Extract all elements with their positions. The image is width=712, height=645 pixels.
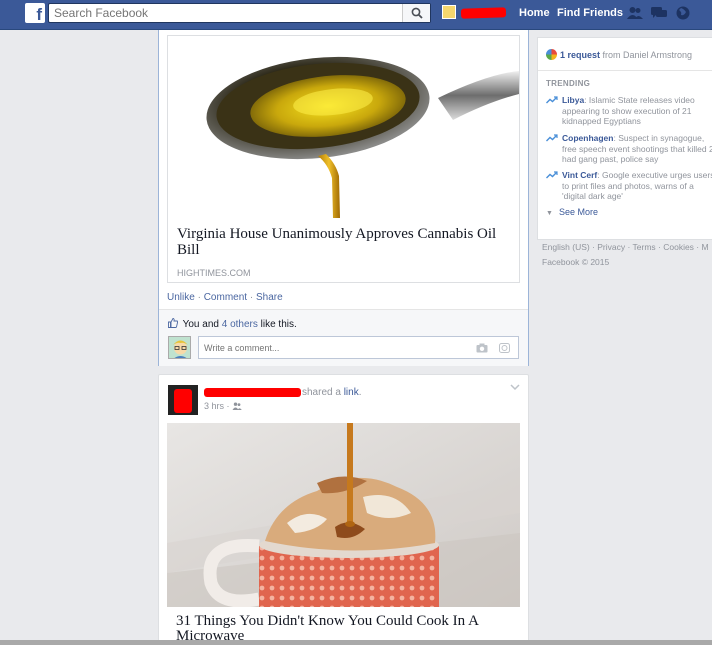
post-actions: Unlike · Comment · Share — [167, 292, 283, 303]
trending-heading: TRENDING — [546, 79, 591, 88]
search-button[interactable] — [402, 4, 430, 22]
share-button[interactable]: Share — [256, 292, 283, 303]
shared-link-text: shared a link. — [302, 387, 362, 398]
trending-item[interactable]: Vint Cerf: Google executive urges users … — [546, 170, 712, 202]
facebook-logo-icon[interactable]: f — [25, 3, 45, 23]
right-sidebar: 1 request from Daniel Armstrong TRENDING… — [537, 37, 712, 240]
link-thumbnail-image[interactable] — [167, 423, 520, 607]
copyright: Facebook © 2015 — [542, 257, 610, 267]
commenter-avatar — [168, 336, 191, 359]
camera-icon[interactable] — [476, 343, 488, 353]
shared-link-anchor[interactable]: link — [344, 387, 359, 398]
chevron-down-icon: ▼ — [546, 210, 553, 217]
trending-arrow-icon — [546, 134, 558, 142]
divider — [538, 70, 712, 71]
poster-avatar[interactable] — [168, 385, 198, 415]
home-link[interactable]: Home — [519, 7, 550, 19]
footer-links: English (US) · Privacy · Terms · Cookies… — [542, 240, 709, 270]
comment-input[interactable] — [199, 337, 459, 358]
trending-arrow-icon — [546, 96, 558, 104]
trending-topic[interactable]: Vint Cerf — [562, 170, 597, 180]
others-likes-link[interactable]: 4 others — [222, 319, 258, 330]
post-time[interactable]: 3 hrs — [204, 401, 224, 411]
window-bottom-edge — [0, 640, 712, 645]
see-more-link[interactable]: ▼ See More — [546, 207, 598, 217]
search-box[interactable] — [48, 3, 431, 23]
redacted-poster-name[interactable] — [204, 388, 301, 397]
friends-audience-icon[interactable] — [232, 402, 242, 410]
footer-nav-links[interactable]: English (US) · Privacy · Terms · Cookies… — [542, 240, 709, 255]
thumbs-up-icon — [168, 318, 179, 328]
link-source: HIGHTIMES.COM — [177, 268, 251, 278]
link-thumbnail-image[interactable] — [168, 36, 519, 218]
comment-button[interactable]: Comment — [204, 292, 247, 303]
messages-icon[interactable] — [651, 6, 667, 20]
trending-arrow-icon — [546, 171, 558, 179]
notifications-globe-icon[interactable] — [675, 6, 691, 20]
app-request-row[interactable]: 1 request from Daniel Armstrong — [546, 49, 692, 60]
post-timestamp: 3 hrs · — [204, 401, 242, 411]
link-title[interactable]: Virginia House Unanimously Approves Cann… — [177, 226, 512, 258]
trending-topic[interactable]: Libya — [562, 95, 584, 105]
profile-avatar[interactable] — [442, 5, 456, 19]
find-friends-link[interactable]: Find Friends — [557, 7, 623, 19]
feed-post-cannabis-oil: Virginia House Unanimously Approves Cann… — [158, 30, 529, 366]
trending-item[interactable]: Copenhagen: Suspect in synagogue, free s… — [546, 133, 712, 165]
trending-topic[interactable]: Copenhagen — [562, 133, 613, 143]
like-summary: You and 4 others like this. — [168, 318, 297, 330]
sticker-icon[interactable] — [499, 343, 510, 353]
trending-item[interactable]: Libya: Islamic State releases video appe… — [546, 95, 712, 127]
unlike-button[interactable]: Unlike — [167, 292, 195, 303]
top-navigation-bar: f Home Find Friends — [0, 0, 712, 30]
redacted-username[interactable] — [460, 7, 507, 19]
feed-post-microwave: shared a link. 3 hrs · 31 Things You Did… — [158, 374, 529, 645]
comment-composer[interactable] — [198, 336, 519, 359]
search-input[interactable] — [49, 4, 389, 22]
search-icon — [411, 7, 423, 19]
ufi-section: You and 4 others like this. — [159, 309, 528, 366]
shared-link-preview[interactable]: Virginia House Unanimously Approves Cann… — [167, 35, 520, 283]
chevron-down-icon[interactable] — [510, 384, 520, 391]
friend-requests-icon[interactable] — [627, 6, 643, 20]
app-request-icon — [546, 49, 557, 60]
